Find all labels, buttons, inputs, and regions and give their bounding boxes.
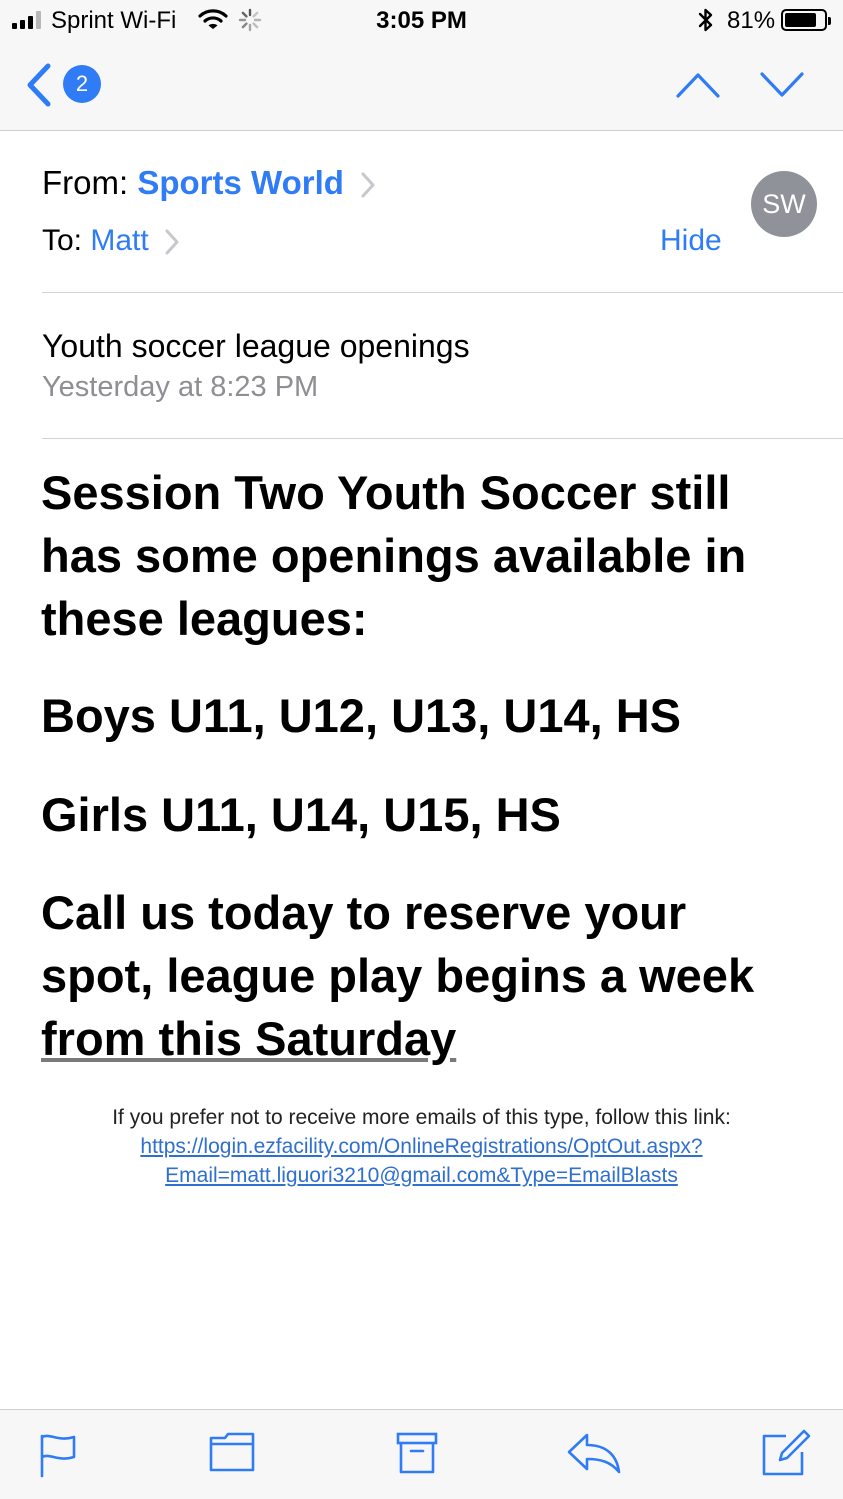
compose-icon[interactable]	[760, 1428, 812, 1478]
optout-link-line-1[interactable]: https://login.ezfacility.com/OnlineRegis…	[0, 1132, 843, 1161]
next-message-chevron-down-icon[interactable]	[759, 70, 805, 100]
sender-avatar[interactable]: SW	[751, 171, 817, 237]
optout-footer: If you prefer not to receive more emails…	[0, 1103, 843, 1190]
recipient-name[interactable]: Matt	[90, 224, 148, 257]
body-paragraph-1: Session Two Youth Soccer still has some …	[41, 466, 747, 645]
unread-count-badge[interactable]: 2	[63, 65, 101, 103]
flag-icon[interactable]	[38, 1432, 78, 1478]
battery-percent: 81%	[727, 7, 776, 34]
date-detected-link[interactable]: from this Saturday	[41, 1012, 456, 1065]
body-paragraph-4: Call us today to reserve your spot, leag…	[41, 881, 811, 1070]
to-label: To:	[42, 224, 83, 257]
optout-text: If you prefer not to receive more emails…	[112, 1106, 731, 1129]
optout-link-line-2[interactable]: Email=matt.liguori3210@gmail.com&Type=Em…	[0, 1161, 843, 1190]
body-paragraph-3: Girls U11, U14, U15, HS	[41, 788, 561, 841]
chevron-right-icon	[165, 229, 179, 255]
from-row: From: Sports World	[42, 164, 375, 202]
back-chevron-icon[interactable]	[24, 62, 54, 108]
divider	[42, 292, 843, 293]
sender-name[interactable]: Sports World	[137, 164, 344, 201]
archive-icon[interactable]	[396, 1432, 438, 1474]
to-row: To: Matt	[42, 224, 179, 258]
status-time: 3:05 PM	[376, 7, 467, 34]
battery-fill	[785, 13, 816, 27]
chevron-right-icon	[361, 172, 375, 198]
status-bar: Sprint Wi-Fi 3:05 PM 81%	[0, 0, 843, 42]
divider	[42, 438, 843, 439]
from-label: From:	[42, 164, 129, 201]
folder-icon[interactable]	[209, 1432, 255, 1472]
hide-details-button[interactable]: Hide	[660, 224, 722, 258]
email-date: Yesterday at 8:23 PM	[42, 371, 319, 403]
bottom-toolbar	[0, 1409, 843, 1499]
top-bar: Sprint Wi-Fi 3:05 PM 81% 2	[0, 0, 843, 131]
body-paragraph-2: Boys U11, U12, U13, U14, HS	[41, 689, 682, 742]
reply-icon[interactable]	[567, 1432, 621, 1474]
body-paragraph-4-text: Call us today to reserve your spot, leag…	[41, 886, 755, 1002]
previous-message-chevron-up-icon[interactable]	[675, 70, 721, 100]
bluetooth-icon	[698, 8, 713, 32]
battery-icon	[781, 9, 831, 31]
email-subject: Youth soccer league openings	[42, 328, 470, 364]
